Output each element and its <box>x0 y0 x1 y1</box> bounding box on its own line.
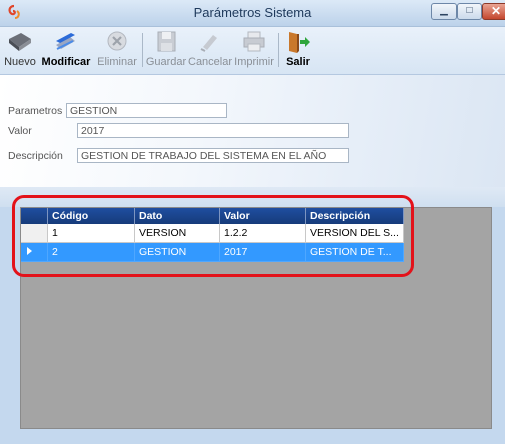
modificar-label: Modificar <box>41 56 91 68</box>
window: Parámetros Sistema ▁ □ ✕ Nuevo Modificar <box>0 0 505 444</box>
imprimir-button[interactable]: Imprimir <box>233 29 275 71</box>
parameter-form: Parametros GESTION Valor 2017 Descripció… <box>0 75 505 190</box>
guardar-button[interactable]: Guardar <box>145 29 187 71</box>
exit-door-icon <box>289 32 310 53</box>
salir-button[interactable]: Salir <box>282 29 314 71</box>
window-title: Parámetros Sistema <box>193 5 312 20</box>
valor-field[interactable]: 2017 <box>77 123 349 138</box>
title-bar[interactable]: Parámetros Sistema ▁ □ ✕ <box>0 0 505 27</box>
close-icon: ✕ <box>490 4 502 18</box>
close-button[interactable]: ✕ <box>482 3 505 20</box>
cancelar-label: Cancelar <box>188 56 233 68</box>
eliminar-button[interactable]: Eliminar <box>95 29 139 71</box>
cancel-icon <box>200 35 217 52</box>
toolbar-separator <box>142 33 143 67</box>
maximize-button[interactable]: □ <box>457 3 482 20</box>
modificar-button[interactable]: Modificar <box>38 29 94 71</box>
minimize-icon: ▁ <box>440 5 448 16</box>
minimize-button[interactable]: ▁ <box>431 3 457 20</box>
cancelar-button[interactable]: Cancelar <box>188 29 232 71</box>
toolbar: Nuevo Modificar Eliminar Guardar Cancela… <box>0 27 505 75</box>
highlight-annotation <box>12 195 414 277</box>
imprimir-label: Imprimir <box>234 56 274 68</box>
maximize-icon: □ <box>466 5 473 16</box>
descripcion-field[interactable]: GESTION DE TRABAJO DEL SISTEMA EN EL AÑO <box>77 148 349 163</box>
nuevo-button[interactable]: Nuevo <box>4 29 36 71</box>
pencil-icon <box>56 33 75 50</box>
guardar-label: Guardar <box>145 56 187 68</box>
floppy-disk-icon <box>157 31 176 52</box>
parametros-label: Parametros <box>8 105 63 117</box>
eliminar-label: Eliminar <box>97 56 137 68</box>
toolbar-separator <box>278 33 279 67</box>
delete-icon <box>107 31 127 51</box>
descripcion-label: Descripción <box>8 150 63 162</box>
valor-label: Valor <box>8 125 32 137</box>
book-icon <box>9 33 31 51</box>
salir-label: Salir <box>286 56 310 68</box>
printer-icon <box>243 31 265 52</box>
parametros-field[interactable]: GESTION <box>66 103 227 118</box>
nuevo-label: Nuevo <box>4 56 36 68</box>
